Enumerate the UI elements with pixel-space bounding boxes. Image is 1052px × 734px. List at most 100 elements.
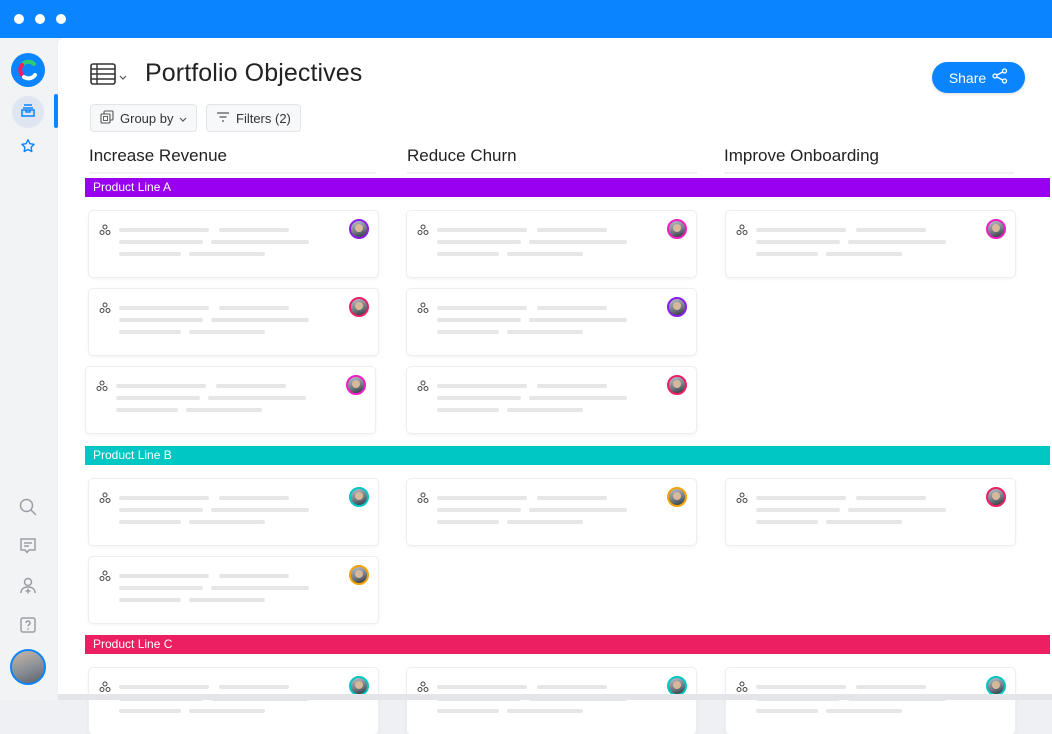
objective-icon <box>417 379 429 397</box>
text-placeholder <box>826 252 902 256</box>
owner-avatar[interactable] <box>986 219 1006 239</box>
owner-avatar[interactable] <box>667 219 687 239</box>
text-placeholder <box>211 240 309 244</box>
text-placeholder <box>529 508 627 512</box>
objective-card[interactable] <box>407 289 696 355</box>
objective-card[interactable] <box>407 479 696 545</box>
owner-avatar[interactable] <box>349 487 369 507</box>
sidebar-item-invite-user[interactable] <box>12 572 44 604</box>
window-minimize-button[interactable] <box>35 14 45 24</box>
text-placeholder <box>437 520 499 524</box>
share-icon <box>992 68 1008 87</box>
text-placeholder <box>756 496 846 500</box>
text-placeholder <box>529 318 627 322</box>
sidebar-item-favorites[interactable] <box>12 132 44 164</box>
text-placeholder <box>856 496 926 500</box>
search-icon <box>18 497 38 522</box>
window-close-button[interactable] <box>14 14 24 24</box>
text-placeholder <box>211 318 309 322</box>
window-maximize-button[interactable] <box>56 14 66 24</box>
text-placeholder <box>119 330 181 334</box>
chevron-down-icon <box>179 111 187 126</box>
owner-avatar[interactable] <box>986 487 1006 507</box>
app-logo[interactable] <box>11 53 45 87</box>
text-placeholder <box>756 508 840 512</box>
text-placeholder <box>507 709 583 713</box>
text-placeholder <box>437 396 521 400</box>
text-placeholder <box>756 228 846 232</box>
owner-avatar[interactable] <box>667 375 687 395</box>
text-placeholder <box>189 598 265 602</box>
text-placeholder <box>537 384 607 388</box>
sidebar-item-inbox[interactable] <box>12 96 44 128</box>
objective-card[interactable] <box>726 211 1015 277</box>
column-header-reduce-churn: Reduce Churn <box>407 146 697 174</box>
owner-avatar[interactable] <box>346 375 366 395</box>
window-titlebar <box>0 0 1052 38</box>
objective-card[interactable] <box>89 211 378 277</box>
text-placeholder <box>116 384 206 388</box>
sidebar-item-search[interactable] <box>12 493 44 525</box>
page-title: Portfolio Objectives <box>145 59 363 87</box>
help-icon <box>18 615 38 640</box>
group-header-product-line-c[interactable]: Product Line C <box>85 635 1050 654</box>
sidebar-item-help[interactable] <box>12 611 44 643</box>
text-placeholder <box>529 396 627 400</box>
share-button[interactable]: Share <box>932 62 1025 93</box>
text-placeholder <box>437 330 499 334</box>
text-placeholder <box>189 330 265 334</box>
view-switcher[interactable] <box>90 63 127 90</box>
owner-avatar[interactable] <box>349 297 369 317</box>
objective-card[interactable] <box>89 557 378 623</box>
objective-icon <box>736 223 748 241</box>
column-header-increase-revenue: Increase Revenue <box>89 146 376 174</box>
owner-avatar[interactable] <box>349 565 369 585</box>
filter-icon <box>216 111 230 126</box>
owner-avatar[interactable] <box>667 487 687 507</box>
text-placeholder <box>537 228 607 232</box>
filters-label: Filters (2) <box>236 110 291 126</box>
objective-card[interactable] <box>726 668 1015 734</box>
text-placeholder <box>437 685 527 689</box>
group-header-product-line-a[interactable]: Product Line A <box>85 178 1050 197</box>
objective-card[interactable] <box>86 367 375 433</box>
objective-icon <box>96 379 108 397</box>
text-placeholder <box>848 240 946 244</box>
text-placeholder <box>219 496 289 500</box>
text-placeholder <box>119 586 203 590</box>
sidebar <box>0 38 58 700</box>
text-placeholder <box>856 685 926 689</box>
user-avatar[interactable] <box>10 649 46 685</box>
owner-avatar[interactable] <box>349 676 369 696</box>
text-placeholder <box>116 408 178 412</box>
text-placeholder <box>186 408 262 412</box>
objective-icon <box>99 301 111 319</box>
text-placeholder <box>219 574 289 578</box>
group-header-product-line-b[interactable]: Product Line B <box>85 446 1050 465</box>
owner-avatar[interactable] <box>986 676 1006 696</box>
objective-card[interactable] <box>407 211 696 277</box>
objective-icon <box>417 301 429 319</box>
objective-icon <box>99 569 111 587</box>
objective-card[interactable] <box>726 479 1015 545</box>
objective-card[interactable] <box>89 668 378 734</box>
owner-avatar[interactable] <box>349 219 369 239</box>
text-placeholder <box>119 252 181 256</box>
sidebar-item-comments[interactable] <box>12 532 44 564</box>
owner-avatar[interactable] <box>667 676 687 696</box>
group-by-button[interactable]: Group by <box>90 104 198 132</box>
owner-avatar[interactable] <box>667 297 687 317</box>
objective-card[interactable] <box>89 479 378 545</box>
text-placeholder <box>529 240 627 244</box>
text-placeholder <box>119 520 181 524</box>
objective-card[interactable] <box>407 367 696 433</box>
text-placeholder <box>437 408 499 412</box>
text-placeholder <box>119 228 209 232</box>
text-placeholder <box>189 709 265 713</box>
text-placeholder <box>437 306 527 310</box>
text-placeholder <box>507 252 583 256</box>
objective-card[interactable] <box>89 289 378 355</box>
filters-button[interactable]: Filters (2) <box>206 104 301 132</box>
objective-card[interactable] <box>407 668 696 734</box>
text-placeholder <box>219 685 289 689</box>
